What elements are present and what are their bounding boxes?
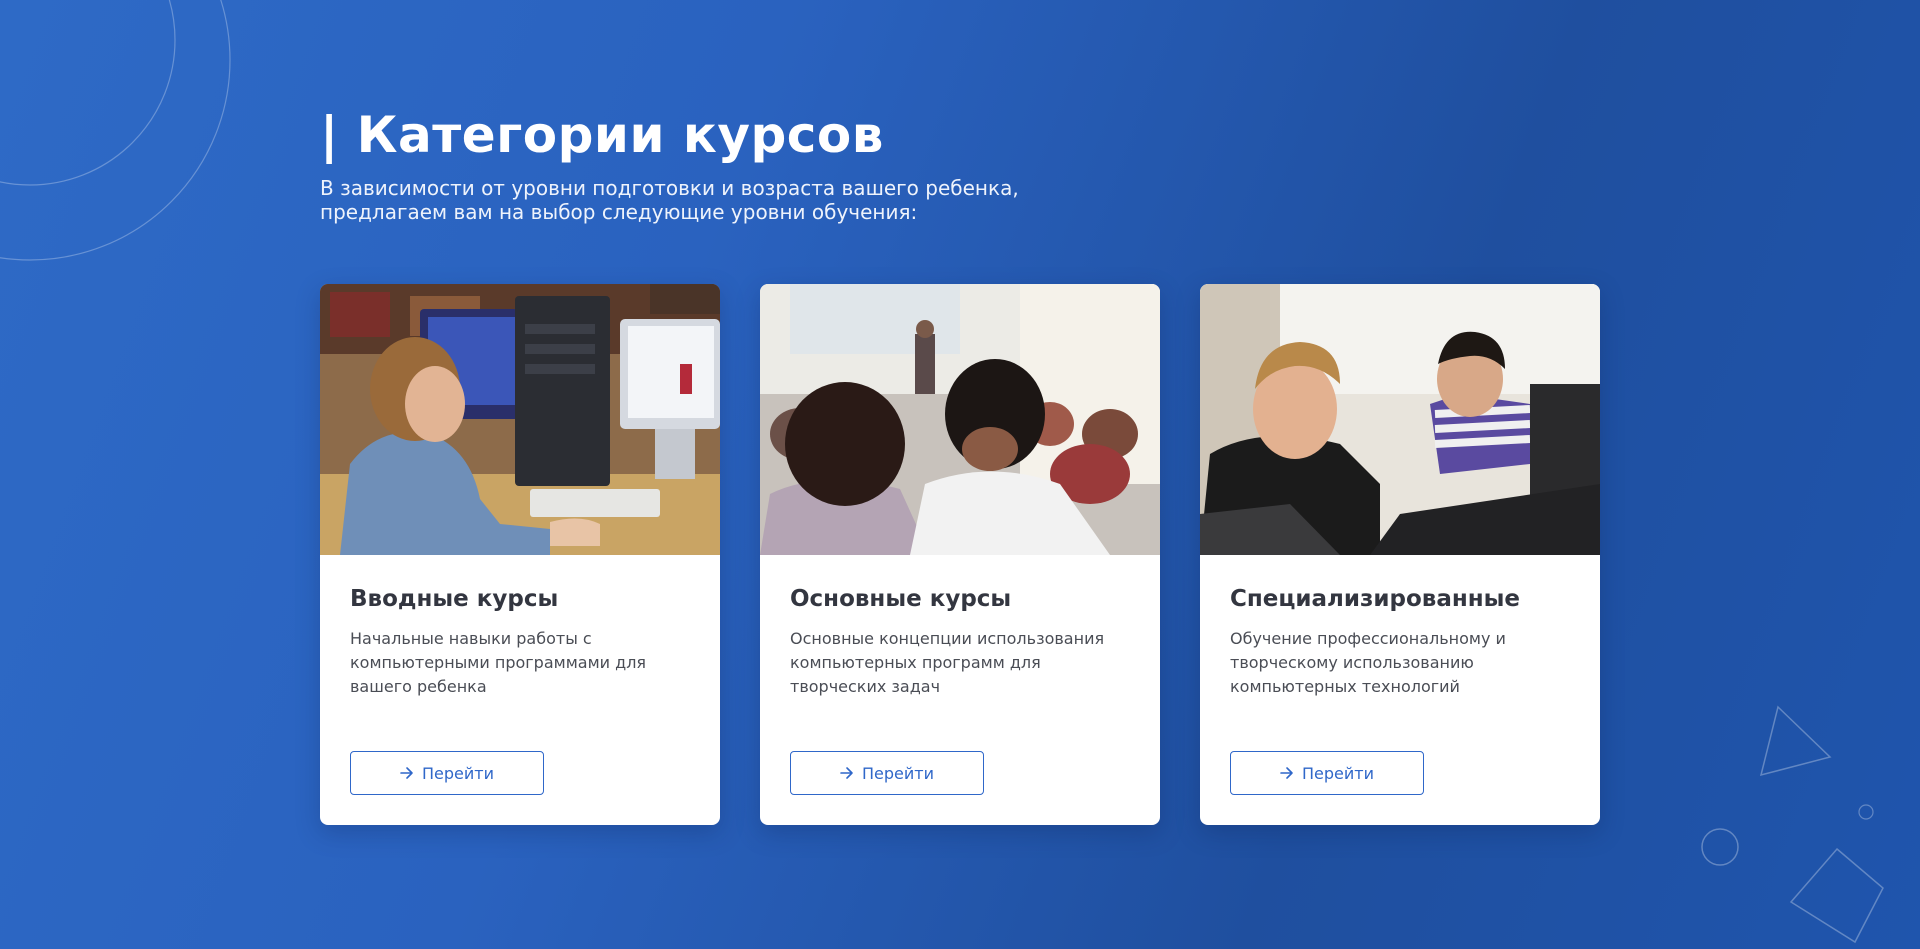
card-description: Обучение профессиональному и творческому… (1230, 629, 1506, 696)
go-button-basic[interactable]: Перейти (790, 751, 984, 795)
decor-circle-medium (0, 0, 176, 186)
arrow-right-icon (400, 767, 413, 779)
card-title: Вводные курсы (350, 586, 559, 612)
decor-square (1789, 847, 1884, 944)
go-button-intro[interactable]: Перейти (350, 751, 544, 795)
card-image-child-at-computer (320, 284, 720, 555)
page-title: | Категории курсов (320, 106, 884, 164)
course-card-specialized: Специализированные Обучение профессионал… (1200, 284, 1600, 825)
go-button-label: Перейти (862, 763, 934, 783)
arrow-right-icon (840, 767, 853, 779)
decor-small-circle (1858, 804, 1874, 820)
card-title: Специализированные (1230, 586, 1521, 612)
section-header: | Категории курсов В зависимости от уров… (320, 104, 1220, 224)
go-button-specialized[interactable]: Перейти (1230, 751, 1424, 795)
page-subtitle: В зависимости от уровни подготовки и воз… (320, 176, 1019, 224)
go-button-label: Перейти (1302, 763, 1374, 783)
go-button-label: Перейти (422, 763, 494, 783)
decor-triangle (1759, 705, 1832, 777)
card-image-students-in-auditorium (760, 284, 1160, 555)
card-image-teens-at-computer (1200, 284, 1600, 555)
course-card-intro: Вводные курсы Начальные навыки работы с … (320, 284, 720, 825)
arrow-right-icon (1280, 767, 1293, 779)
card-title: Основные курсы (790, 586, 1012, 612)
card-description: Начальные навыки работы с компьютерными … (350, 629, 647, 696)
card-description: Основные концепции использования компьют… (790, 629, 1105, 696)
decor-circle-large (0, 0, 231, 261)
decor-ring (1701, 828, 1739, 866)
course-cards: Вводные курсы Начальные навыки работы с … (320, 284, 1600, 825)
course-card-basic: Основные курсы Основные концепции исполь… (760, 284, 1160, 825)
